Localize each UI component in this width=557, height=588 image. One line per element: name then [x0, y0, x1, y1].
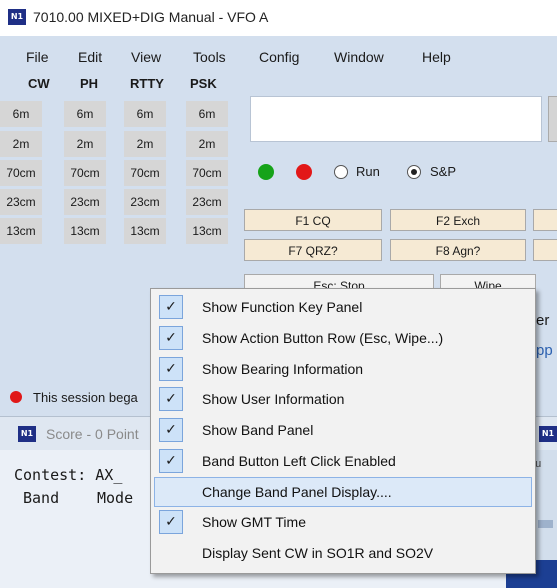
menu-item-label: Display Sent CW in SO1R and SO2V	[202, 545, 434, 561]
fkey-partial[interactable]	[533, 239, 557, 261]
band-button[interactable]: 23cm	[186, 189, 228, 215]
checkmark-icon: ✓	[159, 418, 183, 442]
link-fragment[interactable]: pp	[536, 342, 553, 359]
menu-item-show-bearing-information[interactable]: ✓ Show Bearing Information	[154, 354, 532, 384]
menu-item-label: Band Button Left Click Enabled	[202, 453, 396, 469]
score-window-title: Score - 0 Point	[46, 426, 139, 442]
menu-item-show-band-panel[interactable]: ✓ Show Band Panel	[154, 415, 532, 445]
band-button[interactable]: 6m	[124, 101, 166, 127]
band-button[interactable]: 6m	[0, 101, 42, 127]
run-radio[interactable]	[334, 165, 348, 179]
band-button[interactable]: 70cm	[186, 160, 228, 186]
band-button[interactable]: 70cm	[0, 160, 42, 186]
f7-qrz-button[interactable]: F7 QRZ?	[244, 239, 382, 261]
score-window-icon[interactable]: N1	[18, 426, 36, 442]
mode-header-psk: PSK	[190, 76, 217, 91]
band-button[interactable]: 23cm	[0, 189, 42, 215]
band-button[interactable]: 70cm	[124, 160, 166, 186]
band-panel-context-menu: ✓ Show Function Key Panel ✓ Show Action …	[150, 288, 536, 574]
band-button[interactable]: 13cm	[124, 218, 166, 244]
session-text: This session bega	[33, 390, 138, 405]
band-button[interactable]: 2m	[186, 131, 228, 157]
contest-label: Contest: AX_	[14, 466, 123, 484]
menu-item-band-button-left-click[interactable]: ✓ Band Button Left Click Enabled	[154, 446, 532, 476]
menu-help[interactable]: Help	[422, 49, 451, 65]
menu-item-label: Change Band Panel Display....	[202, 484, 392, 500]
checkmark-icon: ✓	[159, 357, 183, 381]
band-button[interactable]: 2m	[0, 131, 42, 157]
band-button[interactable]: 6m	[64, 101, 106, 127]
band-button[interactable]: 2m	[64, 131, 106, 157]
band-button[interactable]: 23cm	[64, 189, 106, 215]
band-button[interactable]: 6m	[186, 101, 228, 127]
column-header-mode: Mode	[97, 489, 134, 507]
menu-config[interactable]: Config	[259, 49, 299, 65]
band-button[interactable]: 23cm	[124, 189, 166, 215]
info-fragment: er	[536, 312, 550, 329]
status-led-green	[258, 164, 274, 180]
arrow-graphic	[538, 520, 553, 528]
callsign-entry-box[interactable]	[250, 96, 542, 142]
other-window-icon[interactable]: N1	[539, 426, 557, 442]
menu-item-show-function-key-panel[interactable]: ✓ Show Function Key Panel	[154, 292, 532, 322]
column-header-band: Band	[23, 489, 60, 507]
menu-item-show-action-button-row[interactable]: ✓ Show Action Button Row (Esc, Wipe...)	[154, 323, 532, 353]
band-button[interactable]: 13cm	[0, 218, 42, 244]
window-title: 7010.00 MIXED+DIG Manual - VFO A	[33, 9, 269, 25]
checkmark-icon: ✓	[159, 387, 183, 411]
mode-header-cw: CW	[28, 76, 50, 91]
menu-view[interactable]: View	[131, 49, 161, 65]
f8-agn-button[interactable]: F8 Agn?	[390, 239, 526, 261]
menu-item-label: Show Band Panel	[202, 422, 314, 438]
menu-tools[interactable]: Tools	[193, 49, 226, 65]
checkmark-icon: ✓	[159, 295, 183, 319]
checkmark-icon: ✓	[159, 326, 183, 350]
menu-item-show-user-information[interactable]: ✓ Show User Information	[154, 384, 532, 414]
band-button[interactable]: 70cm	[64, 160, 106, 186]
sp-label: S&P	[430, 164, 457, 179]
menu-item-change-band-panel-display[interactable]: Change Band Panel Display....	[154, 477, 532, 507]
mode-header-ph: PH	[80, 76, 99, 91]
run-label: Run	[356, 164, 380, 179]
app-icon[interactable]: N1	[8, 9, 26, 25]
band-button[interactable]: 13cm	[186, 218, 228, 244]
title-bar: N1 7010.00 MIXED+DIG Manual - VFO A	[0, 0, 557, 36]
band-button[interactable]: 2m	[124, 131, 166, 157]
mode-header-rtty: RTTY	[130, 76, 164, 91]
sp-radio[interactable]	[407, 165, 421, 179]
side-scrollbar[interactable]	[548, 96, 557, 142]
menu-item-label: Show User Information	[202, 391, 345, 407]
menu-item-label: Show Function Key Panel	[202, 299, 363, 315]
band-button[interactable]: 13cm	[64, 218, 106, 244]
checkmark-icon: ✓	[159, 510, 183, 534]
fkey-partial[interactable]	[533, 209, 557, 231]
checkmark-icon: ✓	[159, 449, 183, 473]
menu-item-show-gmt-time[interactable]: ✓ Show GMT Time	[154, 507, 532, 537]
menu-item-label: Show Action Button Row (Esc, Wipe...)	[202, 330, 444, 346]
menu-item-display-sent-cw[interactable]: Display Sent CW in SO1R and SO2V	[154, 538, 532, 568]
status-led-red	[296, 164, 312, 180]
session-status-icon	[10, 391, 22, 403]
f2-exch-button[interactable]: F2 Exch	[390, 209, 526, 231]
menu-window[interactable]: Window	[334, 49, 384, 65]
menu-edit[interactable]: Edit	[78, 49, 102, 65]
menu-item-label: Show Bearing Information	[202, 361, 364, 377]
menu-file[interactable]: File	[26, 49, 49, 65]
f1-cq-button[interactable]: F1 CQ	[244, 209, 382, 231]
menu-item-label: Show GMT Time	[202, 514, 306, 530]
